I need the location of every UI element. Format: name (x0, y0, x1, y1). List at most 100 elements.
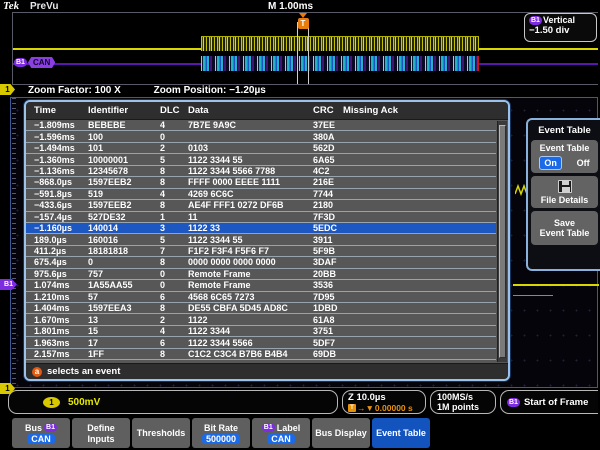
b1-badge: B1 (262, 423, 275, 432)
cell-dlc: 6 (160, 338, 188, 348)
cell-time: 2.157ms (26, 349, 88, 359)
cell-data: F1F2 F3F4 F5F6 F7 (188, 246, 313, 256)
cell-crc: 562D (313, 143, 343, 153)
trigger-position-marker[interactable]: T (297, 13, 309, 29)
zoom-readout-bar: Zoom Factor: 100 X Zoom Position: −1.20µ… (28, 85, 296, 96)
bus-b1-can-tag[interactable]: B1 CAN (14, 57, 55, 68)
cell-dlc: 2 (160, 143, 188, 153)
cell-crc: 61A8 (313, 315, 343, 325)
cell-dlc: 8 (160, 257, 188, 267)
cell-time: −591.8µs (26, 189, 88, 199)
zoom-window-bracket[interactable] (297, 22, 309, 84)
table-row[interactable]: −1.136ms 12345678 8 1122 3344 5566 7788 … (26, 166, 496, 177)
cell-crc: 5EDC (313, 223, 343, 233)
cell-crc: 216E (313, 177, 343, 187)
bit-rate-label: Bit Rate (204, 423, 238, 433)
cell-data: 0103 (188, 143, 313, 153)
cell-time: 1.210ms (26, 292, 88, 302)
cell-dlc: 8 (160, 349, 188, 359)
table-row[interactable]: −1.360ms 10000001 5 1122 3344 55 6A65 (26, 154, 496, 165)
table-row[interactable]: 1.210ms 57 6 4568 6C65 7273 7D95 (26, 292, 496, 303)
can-decode-end-bracket (477, 56, 479, 71)
table-row[interactable]: −868.0µs 1597EEB2 8 FFFF 0000 EEEE 1111 … (26, 177, 496, 188)
table-row[interactable]: −1.160µs 140014 3 1122 33 5EDC (26, 223, 496, 234)
label-button[interactable]: B1 Label CAN (252, 418, 310, 448)
table-row[interactable]: −1.596ms 100 0 380A (26, 131, 496, 142)
b1-badge: B1 (507, 398, 520, 407)
cell-identifier: 1597EEB2 (88, 177, 160, 187)
event-table-header: Time Identifier DLC Data CRC Missing Ack (26, 102, 508, 120)
define-inputs-button[interactable]: Define Inputs (72, 418, 130, 448)
table-row[interactable]: 189.0µs 160016 5 1122 3344 55 3911 (26, 234, 496, 245)
cell-data: FFFF 0000 EEEE 1111 (188, 177, 313, 187)
cell-crc: 37EE (313, 120, 343, 130)
cell-dlc: 8 (160, 166, 188, 176)
cell-time: 1.074ms (26, 280, 88, 290)
graticule-ticks (12, 98, 16, 387)
cell-time: −433.6µs (26, 200, 88, 210)
toggle-off[interactable]: Off (577, 158, 590, 168)
table-row[interactable]: 975.6µs 757 0 Remote Frame 20BB (26, 269, 496, 280)
cell-time: 675.4µs (26, 257, 88, 267)
save-label-line1: Save (532, 218, 597, 228)
vertical-value: −1.50 div (529, 25, 592, 36)
trigger-position-value: 0.00000 s (375, 403, 413, 413)
cell-dlc: 8 (160, 200, 188, 210)
bus-display-button[interactable]: Bus Display (312, 418, 370, 448)
table-row[interactable]: 411.2µs 18181818 7 F1F2 F3F4 F5F6 F7 5F9… (26, 246, 496, 257)
ch1-zoom-trace-segment (513, 295, 553, 296)
cell-dlc: 8 (160, 303, 188, 313)
event-table: Time Identifier DLC Data CRC Missing Ack… (24, 100, 510, 381)
table-row[interactable]: 1.670ms 13 2 1122 61A8 (26, 314, 496, 325)
ch1-position-marker[interactable]: 1 (0, 84, 15, 95)
thresholds-button[interactable]: Thresholds (132, 418, 190, 448)
cell-data: Remote Frame (188, 280, 313, 290)
cell-identifier: 12345678 (88, 166, 160, 176)
table-row[interactable]: 675.4µs 0 8 0000 0000 0000 0000 3DAF (26, 257, 496, 268)
table-row[interactable]: 2.157ms 1FF 8 C1C2 C3C4 B7B6 B4B4 69DB (26, 349, 496, 360)
cell-time: 411.2µs (26, 246, 88, 256)
scrollbar-thumb[interactable] (499, 125, 506, 358)
table-row[interactable]: 1.801ms 15 4 1122 3344 3751 (26, 326, 496, 337)
cell-identifier: 100 (88, 132, 160, 142)
bit-rate-button[interactable]: Bit Rate 500000 (192, 418, 250, 448)
cell-identifier: 160016 (88, 235, 160, 245)
file-details-button[interactable]: File Details (531, 176, 598, 208)
col-header-identifier: Identifier (88, 105, 160, 116)
cell-dlc: 0 (160, 269, 188, 279)
toggle-on[interactable]: On (539, 156, 562, 170)
ch1-scale-value: 500mV (68, 397, 100, 408)
table-row[interactable]: 1.404ms 1597EEA3 8 DE55 CBFA 5D45 AD8C 1… (26, 303, 496, 314)
table-row[interactable]: −433.6µs 1597EEB2 8 AE4F FFF1 0272 DF6B … (26, 200, 496, 211)
event-table-toggle-button[interactable]: Event Table On Off (531, 140, 598, 173)
timebase-readout: M 1.00ms (268, 1, 313, 12)
table-row[interactable]: 1.074ms 1A55AA55 0 Remote Frame 3536 (26, 280, 496, 291)
cell-time: −1.809ms (26, 120, 88, 130)
table-row[interactable]: −157.4µs 527DE32 1 11 7F3D (26, 212, 496, 223)
cell-data: 11 (188, 212, 313, 222)
ch1-scale-readout[interactable]: 1 500mV (8, 390, 338, 414)
file-details-label: File Details (532, 195, 597, 205)
define-line2: Inputs (88, 434, 115, 444)
b1-badge: B1 (529, 16, 542, 25)
cell-data: 0000 0000 0000 0000 (188, 257, 313, 267)
bus-select-button[interactable]: Bus B1 CAN (12, 418, 70, 448)
cell-identifier: 10000001 (88, 155, 160, 165)
cell-data: 1122 3344 (188, 326, 313, 336)
bus-trigger-label: Start of Frame (524, 397, 588, 408)
cell-time: −1.160µs (26, 223, 88, 233)
save-label-line2: Event Table (532, 228, 597, 238)
cell-identifier: 1FF (88, 349, 160, 359)
table-row[interactable]: −591.8µs 519 4 4269 6C6C 7744 (26, 189, 496, 200)
zoom-scale-readout[interactable]: Z 10.0µs T →▼ 0.00000 s (342, 390, 426, 414)
table-row[interactable]: 1.963ms 17 6 1122 3344 5566 5DF7 (26, 337, 496, 348)
cell-identifier: 13 (88, 315, 160, 325)
save-event-table-button[interactable]: Save Event Table (531, 211, 598, 245)
table-row[interactable]: −1.494ms 101 2 0103 562D (26, 143, 496, 154)
table-scrollbar[interactable] (497, 121, 507, 362)
table-row[interactable]: −1.809ms BEBEBE 4 7B7E 9A9C 37EE (26, 120, 496, 131)
event-table-menu-button[interactable]: Event Table (372, 418, 430, 448)
cell-data: C1C2 C3C4 B7B6 B4B4 (188, 349, 313, 359)
cell-identifier: 519 (88, 189, 160, 199)
col-header-data: Data (188, 105, 313, 116)
